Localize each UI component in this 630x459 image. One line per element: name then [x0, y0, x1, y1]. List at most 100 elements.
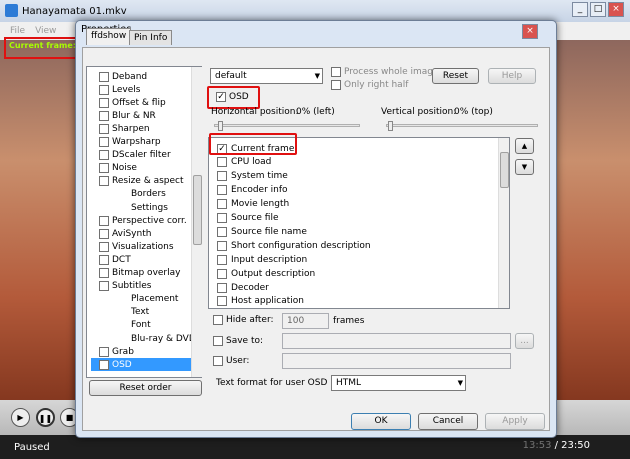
osd-list-item[interactable]: Source file name	[217, 225, 307, 238]
tree-item-checkbox[interactable]: ✓	[99, 359, 109, 370]
osd-item-checkbox[interactable]	[217, 213, 227, 223]
apply-button[interactable]: Apply	[485, 413, 545, 430]
tree-item[interactable]: Perspective corr.	[99, 214, 187, 227]
vertical-position-value: 0% (top)	[454, 107, 493, 117]
tree-item-checkbox[interactable]	[99, 228, 109, 239]
help-button[interactable]: Help	[488, 68, 536, 84]
user-input[interactable]	[282, 353, 511, 369]
tree-item[interactable]: Warpsharp	[99, 136, 161, 149]
tree-item[interactable]: Placement	[131, 293, 178, 306]
process-whole-image-checkbox[interactable]: Process whole image	[331, 67, 439, 77]
osd-list-item[interactable]: Host application	[217, 295, 304, 308]
tree-scroll-thumb[interactable]	[193, 175, 202, 245]
preset-combo[interactable]: default ▼	[210, 68, 323, 84]
hide-after-input[interactable]: 100	[282, 313, 329, 329]
play-icon[interactable]: ▶	[11, 408, 30, 427]
tree-item[interactable]: Offset & flip	[99, 96, 166, 109]
vertical-slider-thumb[interactable]	[388, 121, 393, 131]
menu-view[interactable]: View	[35, 26, 56, 36]
tab-pin-info[interactable]: Pin Info	[129, 30, 173, 45]
ok-button[interactable]: OK	[351, 413, 411, 430]
tree-item-checkbox[interactable]	[99, 163, 109, 174]
save-to-checkbox[interactable]: Save to:	[213, 336, 263, 346]
osd-list-item[interactable]: Decoder	[217, 281, 269, 294]
only-right-half-checkbox[interactable]: Only right half	[331, 80, 408, 90]
osd-list-scroll-thumb[interactable]	[500, 152, 509, 188]
tree-item-checkbox[interactable]	[99, 110, 109, 121]
move-down-icon[interactable]: ▼	[515, 159, 534, 175]
tree-item-checkbox[interactable]	[99, 268, 109, 278]
tree-item-checkbox[interactable]	[99, 254, 109, 265]
pause-icon[interactable]: ❚❚	[36, 408, 55, 427]
tree-item-checkbox[interactable]	[99, 84, 109, 95]
tree-item[interactable]: Text	[131, 306, 149, 319]
osd-list-item[interactable]: Input description	[217, 253, 307, 266]
tree-item-checkbox[interactable]	[99, 150, 109, 161]
tree-item-checkbox[interactable]	[99, 215, 109, 226]
dialog-close-icon[interactable]: ×	[522, 24, 538, 39]
osd-list-item[interactable]: Output description	[217, 267, 315, 280]
text-format-combo[interactable]: HTML ▼	[331, 375, 466, 391]
tree-item[interactable]: Resize & aspect	[99, 175, 184, 188]
osd-item-checkbox[interactable]	[217, 296, 227, 307]
hide-after-checkbox[interactable]: Hide after:	[213, 315, 274, 325]
tree-item[interactable]: DCT	[99, 253, 131, 266]
browse-button[interactable]: ...	[515, 333, 534, 349]
tree-item[interactable]: ✓ OSD	[91, 358, 193, 372]
tree-item[interactable]: Visualizations	[99, 240, 174, 253]
tree-item[interactable]: Blu-ray & DVD	[131, 332, 196, 345]
tree-item-checkbox[interactable]	[99, 71, 109, 82]
tree-item[interactable]: Grab	[99, 345, 134, 358]
osd-list-item[interactable]: CPU load	[217, 156, 271, 169]
tree-item-checkbox[interactable]	[99, 281, 109, 292]
tree-item[interactable]: Settings	[131, 201, 168, 214]
osd-list-item[interactable]: System time	[217, 170, 288, 183]
tree-scrollbar[interactable]	[191, 67, 202, 377]
reset-button[interactable]: Reset	[432, 68, 479, 84]
osd-list-item[interactable]: Source file	[217, 212, 278, 225]
osd-item-checkbox[interactable]	[217, 240, 227, 251]
osd-list-item[interactable]: Encoder info	[217, 184, 288, 197]
tree-item[interactable]: Borders	[131, 188, 166, 201]
tree-item[interactable]: Sharpen	[99, 122, 150, 135]
vertical-position-slider[interactable]	[386, 124, 538, 127]
tree-item-checkbox[interactable]	[99, 97, 109, 108]
osd-list-scrollbar[interactable]	[498, 138, 509, 308]
save-to-input[interactable]	[282, 333, 511, 349]
user-checkbox[interactable]: User:	[213, 356, 249, 366]
tree-item-checkbox[interactable]	[99, 346, 109, 357]
osd-item-checkbox[interactable]	[217, 226, 227, 237]
tree-item[interactable]: DScaler filter	[99, 149, 171, 162]
tree-item[interactable]: Levels	[99, 83, 140, 96]
cancel-button[interactable]: Cancel	[418, 413, 478, 430]
osd-item-checkbox[interactable]	[217, 157, 227, 168]
osd-item-checkbox[interactable]	[217, 199, 227, 210]
tree-item-checkbox[interactable]	[99, 176, 109, 187]
tree-item[interactable]: Bitmap overlay	[99, 267, 180, 280]
move-up-icon[interactable]: ▲	[515, 138, 534, 154]
osd-item-checkbox[interactable]	[217, 268, 227, 279]
close-icon[interactable]: ×	[608, 2, 624, 17]
osd-item-checkbox[interactable]	[217, 185, 227, 196]
osd-list-item[interactable]: Movie length	[217, 198, 289, 211]
osd-item-checkbox[interactable]	[217, 254, 227, 265]
tree-item[interactable]: Subtitles	[99, 280, 151, 293]
menu-file[interactable]: File	[10, 26, 25, 36]
osd-item-checkbox[interactable]	[217, 171, 227, 182]
osd-item-checkbox[interactable]	[217, 282, 227, 293]
tree-item-checkbox[interactable]	[99, 123, 109, 134]
osd-list-item[interactable]: Short configuration description	[217, 239, 371, 252]
tree-item[interactable]: AviSynth	[99, 227, 151, 240]
reset-order-button[interactable]: Reset order	[89, 380, 202, 396]
horizontal-position-slider[interactable]	[214, 124, 360, 127]
horizontal-slider-thumb[interactable]	[218, 121, 223, 131]
tree-item[interactable]: Deband	[99, 70, 147, 83]
tab-ffdshow[interactable]: ffdshow	[86, 28, 132, 45]
tree-item[interactable]: Blur & NR	[99, 109, 156, 122]
tree-item[interactable]: Noise	[99, 162, 137, 175]
tree-item-checkbox[interactable]	[99, 241, 109, 252]
minimize-icon[interactable]: _	[572, 2, 588, 17]
maximize-icon[interactable]: □	[590, 2, 606, 17]
tree-item-checkbox[interactable]	[99, 137, 109, 147]
tree-item[interactable]: Font	[131, 319, 151, 332]
